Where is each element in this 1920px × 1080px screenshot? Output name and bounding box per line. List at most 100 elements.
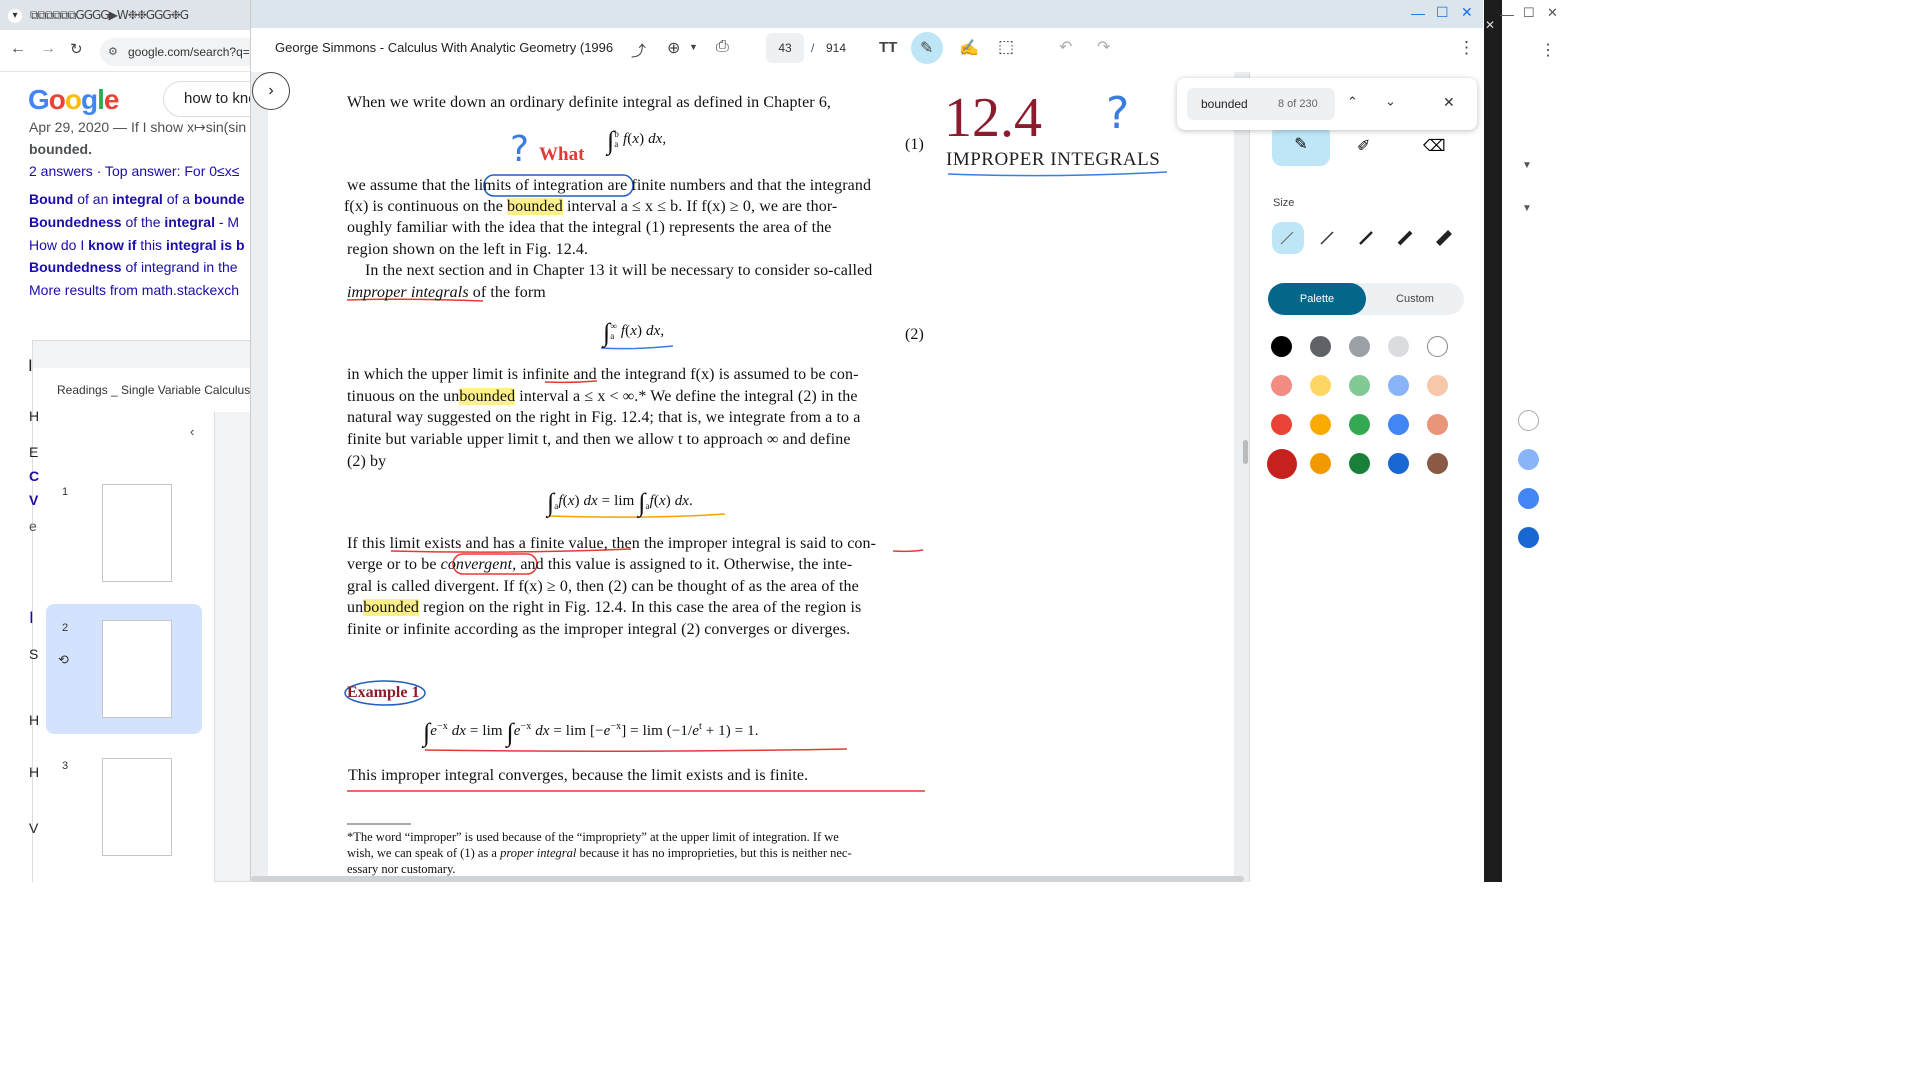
maximize-icon[interactable]: ☐: [1523, 5, 1535, 21]
example-label: Example 1: [347, 684, 420, 701]
pdf-viewer-window: — ☐ ✕ George Simmons - Calculus With Ana…: [250, 0, 1483, 882]
color-swatch-white[interactable]: [1518, 410, 1539, 431]
equation-limit-definition: ∫af(x) dx = lim ∫af(x) dx.: [547, 488, 693, 517]
color-swatch-lightblue[interactable]: [1518, 449, 1539, 470]
rotate-icon[interactable]: ⟲: [58, 652, 69, 668]
more-vert-icon[interactable]: ⋮: [1458, 38, 1475, 58]
reload-icon[interactable]: ↻: [70, 40, 83, 58]
result-link-1[interactable]: Bound of an integral of a bounde: [29, 191, 245, 207]
color-swatch[interactable]: [1267, 449, 1297, 479]
paragraph-line: (2) by: [347, 453, 387, 470]
search-highlight: bounded: [363, 599, 420, 616]
maximize-icon[interactable]: ☐: [1436, 4, 1449, 21]
left-stub-text: H: [29, 408, 40, 424]
color-swatch[interactable]: [1388, 453, 1409, 474]
paragraph-line: This improper integral converges, becaus…: [348, 767, 809, 784]
chevron-up-icon[interactable]: ⌃: [1347, 94, 1358, 110]
color-swatch[interactable]: [1271, 336, 1292, 357]
tab-favicons[interactable]: ⧉⧉⧉⧉⧉⧉GGGG▶W❉❉GGG❉G: [30, 8, 189, 23]
paragraph-line: tinuous on the unbounded interval a ≤ x …: [347, 388, 858, 405]
answers-line[interactable]: 2 answers · Top answer: For 0≤x≤: [29, 163, 239, 179]
answers-text: 2 answers · Top answer: For 0≤x≤: [29, 163, 240, 179]
paragraph-line: finite or infinite according as the impr…: [347, 621, 851, 638]
minimize-icon[interactable]: —: [1500, 6, 1514, 22]
google-doodle-logo[interactable]: Google: [28, 84, 119, 116]
dark-window-edge: [1484, 0, 1502, 882]
address-bar[interactable]: google.com/search?q=h: [100, 38, 260, 66]
chevron-down-icon[interactable]: ⌃: [1385, 92, 1396, 108]
color-swatch[interactable]: [1388, 414, 1409, 435]
equation-2: ∫a∞ f(x) dx,: [603, 318, 665, 347]
size-label: Size: [1273, 197, 1295, 209]
custom-tab[interactable]: Custom: [1366, 283, 1464, 315]
paragraph-line: In the next section and in Chapter 13 it…: [365, 262, 873, 279]
color-swatch[interactable]: [1427, 336, 1448, 357]
paragraph-line: we assume that the limits of integration…: [347, 177, 872, 194]
result-snippet-date: Apr 29, 2020 — If I show x↦sin(sin: [29, 119, 247, 135]
color-swatch[interactable]: [1310, 453, 1331, 474]
paragraph-line: improper integrals of the form: [347, 284, 546, 301]
color-swatch[interactable]: [1271, 375, 1292, 396]
find-result-count: 8 of 230: [1278, 98, 1318, 110]
color-swatch[interactable]: [1427, 414, 1448, 435]
dropdown-arrow-icon[interactable]: ▼: [1522, 160, 1532, 171]
more-vert-icon[interactable]: ⋮: [1540, 40, 1556, 60]
equation-number: (2): [905, 326, 924, 343]
pen-icon: ✎: [1294, 136, 1308, 153]
left-stub-text: e: [29, 518, 37, 534]
result-link-4[interactable]: Boundedness of integrand in the: [29, 259, 238, 275]
color-swatch[interactable]: [1310, 414, 1331, 435]
highlighter-tool-icon[interactable]: ✐: [1357, 136, 1370, 156]
paragraph-line: oughly familiar with the idea that the i…: [347, 219, 832, 236]
color-swatch-blue[interactable]: [1518, 488, 1539, 509]
color-palette-grid: [1267, 336, 1471, 506]
footnote-line: *The word “improper” is used because of …: [347, 830, 839, 844]
result-link-5[interactable]: More results from math.stackexch: [29, 282, 239, 298]
palette-toggle: Palette Custom: [1268, 283, 1464, 315]
color-swatch[interactable]: [1349, 453, 1370, 474]
page-thumbnail-3[interactable]: [102, 758, 172, 856]
color-swatch[interactable]: [1349, 375, 1370, 396]
result-link-2[interactable]: Boundedness of the integral - M: [29, 214, 239, 230]
result-snippet-bold: bounded.: [29, 141, 92, 157]
site-info-icon[interactable]: ⚙: [108, 45, 118, 58]
color-swatch[interactable]: [1271, 414, 1292, 435]
result-link-3[interactable]: How do I know if this integral is b: [29, 237, 245, 253]
left-stub-text: E: [29, 444, 39, 460]
close-icon[interactable]: ✕: [1443, 94, 1455, 111]
dropdown-arrow-icon[interactable]: ▼: [1522, 203, 1532, 214]
paragraph-line: gral is called divergent. If f(x) ≥ 0, t…: [347, 578, 859, 595]
paragraph-line: unbounded region on the right in Fig. 12…: [347, 599, 862, 616]
color-swatch[interactable]: [1310, 336, 1331, 357]
search-highlight: bounded: [459, 388, 516, 405]
forward-icon[interactable]: →: [40, 40, 56, 58]
color-swatch[interactable]: [1388, 336, 1409, 357]
left-stub-text: I: [29, 608, 34, 627]
equation-number: (1): [905, 136, 924, 153]
palette-tab[interactable]: Palette: [1268, 283, 1366, 315]
color-swatch[interactable]: [1427, 453, 1448, 474]
minimize-icon[interactable]: —: [1411, 5, 1425, 21]
close-icon[interactable]: ✕: [1485, 18, 1495, 32]
page-thumbnail-2[interactable]: [102, 620, 172, 718]
left-stub-text: V: [29, 820, 39, 836]
readings-title: Readings _ Single Variable Calculus _: [33, 368, 263, 412]
tab-search-icon[interactable]: ▾: [8, 9, 22, 23]
back-icon[interactable]: ←: [10, 40, 26, 58]
eraser-tool-icon[interactable]: ⌫: [1423, 136, 1446, 156]
paragraph-line: natural way suggested on the right in Fi…: [347, 409, 861, 426]
color-swatch[interactable]: [1310, 375, 1331, 396]
left-stub-text: S: [29, 646, 39, 662]
color-swatch[interactable]: [1349, 336, 1370, 357]
close-icon[interactable]: ✕: [1547, 5, 1558, 21]
paragraph-line: region shown on the left in Fig. 12.4.: [347, 241, 589, 258]
color-swatch[interactable]: [1427, 375, 1448, 396]
collapse-sidebar-icon[interactable]: ‹: [190, 424, 194, 439]
color-swatch[interactable]: [1388, 375, 1409, 396]
pen-tool-button[interactable]: ✎: [1272, 124, 1330, 166]
close-icon[interactable]: ✕: [1461, 4, 1473, 21]
thumbnail-number: 3: [62, 760, 69, 772]
color-swatch[interactable]: [1349, 414, 1370, 435]
color-swatch-darkblue[interactable]: [1518, 527, 1539, 548]
page-thumbnail-1[interactable]: [102, 484, 172, 582]
